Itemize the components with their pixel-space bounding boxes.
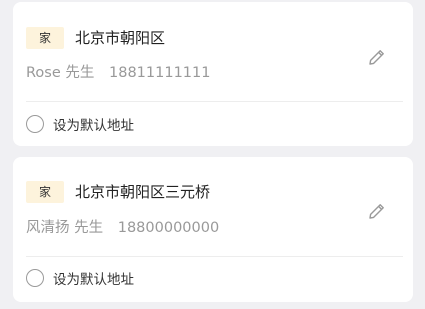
set-default-toggle[interactable]: 设为默认地址 [26, 268, 134, 288]
set-default-label: 设为默认地址 [53, 118, 134, 134]
edit-icon[interactable] [367, 201, 387, 221]
contact-info: Rose 先生 18811111111 [26, 63, 210, 83]
contact-phone: 18800000000 [117, 220, 220, 236]
radio-unchecked-icon[interactable] [26, 269, 44, 287]
address-tag: 家 [26, 27, 64, 49]
radio-unchecked-icon[interactable] [26, 115, 44, 133]
edit-icon[interactable] [367, 47, 387, 67]
address-text: 北京市朝阳区 [75, 29, 166, 47]
set-default-toggle[interactable]: 设为默认地址 [26, 114, 134, 134]
divider [26, 256, 403, 257]
contact-title: 先生 [74, 220, 104, 236]
address-tag: 家 [26, 181, 64, 203]
address-list: 家 北京市朝阳区 Rose 先生 18811111111 设为默认地址 家 北京… [0, 0, 425, 309]
address-text: 北京市朝阳区三元桥 [75, 183, 211, 201]
contact-title: 先生 [65, 65, 95, 81]
contact-name: Rose [26, 65, 61, 81]
set-default-label: 设为默认地址 [53, 272, 134, 288]
address-card[interactable]: 家 北京市朝阳区三元桥 风清扬 先生 18800000000 设为默认地址 [13, 157, 413, 302]
contact-name: 风清扬 [26, 220, 70, 236]
address-card[interactable]: 家 北京市朝阳区 Rose 先生 18811111111 设为默认地址 [13, 2, 413, 146]
contact-info: 风清扬 先生 18800000000 [26, 218, 219, 238]
contact-phone: 18811111111 [109, 65, 211, 81]
divider [26, 101, 403, 102]
